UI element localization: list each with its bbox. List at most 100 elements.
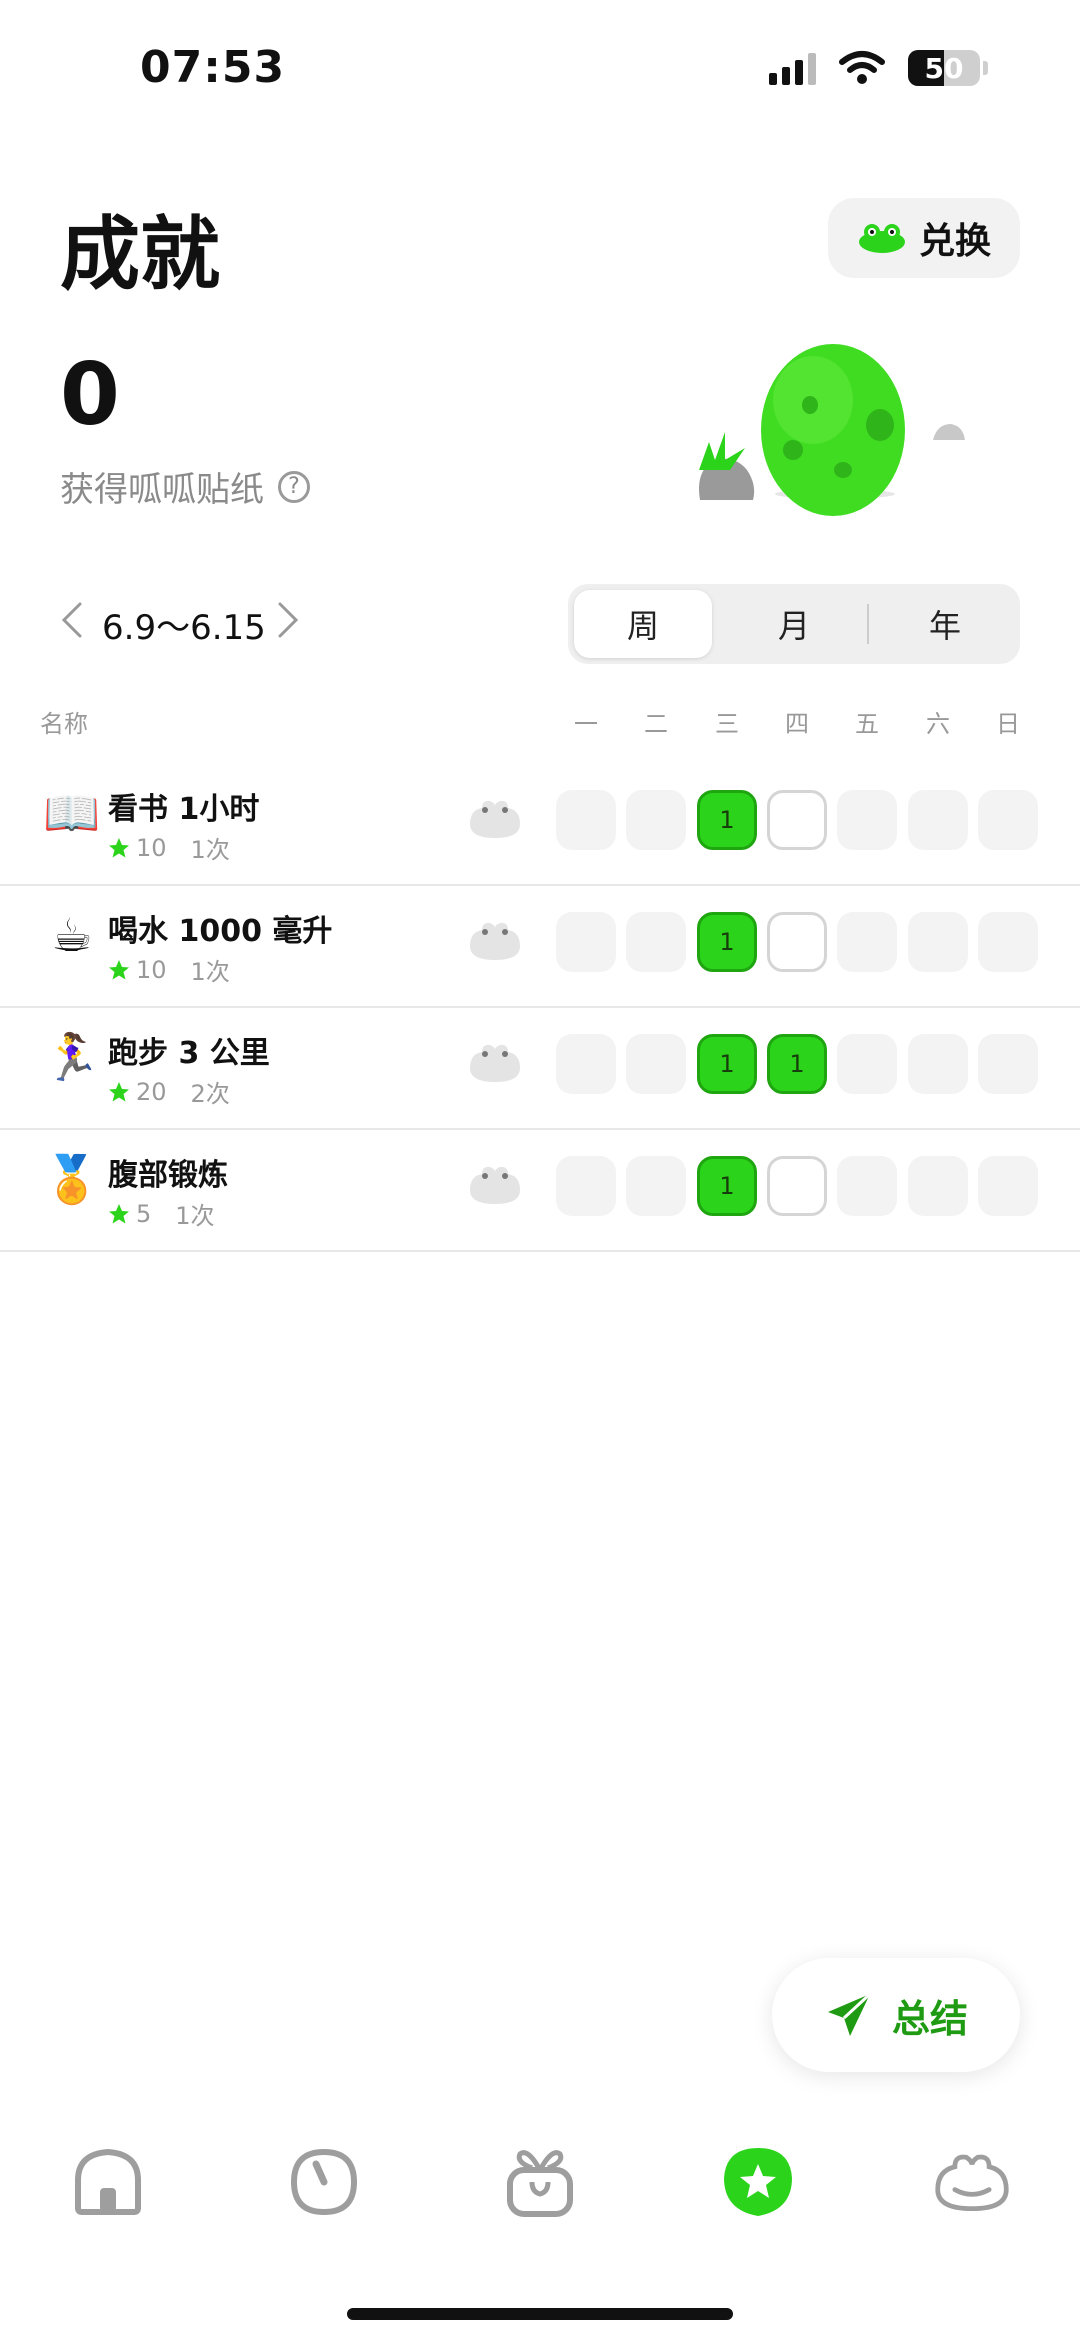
star-icon [109, 1203, 129, 1223]
day-cell[interactable] [978, 1034, 1038, 1094]
tab-frog[interactable] [932, 2142, 1012, 2222]
exchange-button[interactable]: 兑换 [828, 198, 1020, 278]
day-cell[interactable] [978, 1156, 1038, 1216]
battery-level: 50 [924, 51, 964, 85]
tab-gift[interactable] [500, 2142, 580, 2222]
habit-meta: 10 1次 [108, 952, 230, 987]
day-cell[interactable] [556, 1034, 616, 1094]
star-badge-icon [724, 2148, 792, 2216]
gift-icon [507, 2150, 573, 2217]
habit-name: 腹部锻炼 [108, 1158, 228, 1193]
habit-meta: 20 2次 [108, 1074, 230, 1109]
date-range: 6.9～6.15 [102, 608, 266, 648]
day-cell[interactable] [767, 1156, 827, 1216]
frog-stamp-icon [470, 800, 520, 838]
period-selector: 周 月 年 [568, 584, 1020, 664]
column-header-name: 名称 [40, 710, 88, 738]
star-icon [109, 959, 129, 979]
habit-row[interactable]: ☕ 喝水 1000 毫升 10 1次 1 [0, 884, 1080, 1008]
day-cell[interactable] [556, 790, 616, 850]
day-header: 四 [785, 710, 809, 738]
tab-month[interactable]: 月 [725, 590, 863, 658]
habit-count: 1次 [175, 1202, 215, 1230]
tab-achievements[interactable] [718, 2142, 798, 2222]
day-cell[interactable] [837, 912, 897, 972]
home-icon [75, 2148, 141, 2215]
habit-row[interactable]: 🏅 腹部锻炼 5 1次 1 [0, 1128, 1080, 1252]
send-icon [827, 1992, 872, 2036]
day-cell[interactable] [767, 790, 827, 850]
day-cell[interactable] [767, 912, 827, 972]
habit-name: 喝水 1000 毫升 [108, 914, 333, 949]
day-header: 二 [644, 710, 668, 738]
day-cell[interactable]: 1 [767, 1034, 827, 1094]
habit-name: 跑步 3 公里 [108, 1036, 270, 1071]
tab-timer[interactable] [284, 2142, 364, 2222]
day-cell[interactable] [626, 1034, 686, 1094]
day-header: 日 [996, 710, 1020, 738]
habit-points: 5 [136, 1199, 152, 1228]
page-title: 成就 [60, 208, 220, 301]
sticker-label-row: 获得呱呱贴纸 ? [60, 462, 310, 511]
habit-row[interactable]: 🏃‍♀️ 跑步 3 公里 20 2次 1 1 [0, 1006, 1080, 1130]
day-cell[interactable]: 1 [697, 790, 757, 850]
frog-stamp-icon [470, 1044, 520, 1082]
habit-points: 10 [136, 955, 167, 984]
star-icon [109, 837, 129, 857]
egg-mascot-illustration [699, 344, 965, 516]
day-cell[interactable] [908, 790, 968, 850]
habit-emoji-icon: 🏃‍♀️ [43, 1030, 101, 1084]
help-icon[interactable]: ? [278, 470, 310, 503]
frog-icon [935, 2154, 1009, 2212]
tab-divider [867, 604, 869, 644]
sticker-count: 0 [60, 345, 120, 445]
day-cell[interactable] [556, 1156, 616, 1216]
exchange-label: 兑换 [918, 221, 991, 262]
status-time: 07:53 [140, 42, 286, 93]
day-cell[interactable] [837, 1034, 897, 1094]
chevron-right-icon[interactable] [274, 600, 302, 640]
home-indicator[interactable] [347, 2308, 733, 2320]
day-cell[interactable] [908, 1034, 968, 1094]
timer-icon [290, 2148, 358, 2216]
day-cell[interactable] [837, 1156, 897, 1216]
day-cell[interactable] [626, 1156, 686, 1216]
day-cell[interactable] [978, 790, 1038, 850]
wifi-icon [839, 51, 885, 84]
habit-emoji-icon: 🏅 [43, 1152, 101, 1206]
day-cell[interactable] [908, 1156, 968, 1216]
habit-emoji-icon: 📖 [43, 786, 101, 840]
habit-row[interactable]: 📖 看书 1小时 10 1次 1 [0, 762, 1080, 886]
frog-icon [858, 224, 905, 253]
day-cell[interactable] [556, 912, 616, 972]
habit-count: 1次 [190, 836, 230, 864]
battery-icon: 50 [908, 50, 980, 86]
habit-meta: 10 1次 [108, 830, 230, 865]
habit-name: 看书 1小时 [108, 792, 260, 827]
habit-points: 20 [136, 1077, 167, 1106]
day-cell[interactable] [626, 790, 686, 850]
day-cell[interactable]: 1 [697, 912, 757, 972]
tab-week[interactable]: 周 [574, 590, 712, 658]
habit-count: 1次 [190, 958, 230, 986]
sticker-label: 获得呱呱贴纸 [60, 470, 264, 510]
habit-meta: 5 1次 [108, 1196, 215, 1231]
tab-home[interactable] [68, 2142, 148, 2222]
day-cell[interactable] [908, 912, 968, 972]
day-header: 五 [855, 710, 879, 738]
status-icons: 50 [769, 50, 988, 86]
day-header: 三 [715, 710, 739, 738]
habit-emoji-icon: ☕ [51, 908, 93, 962]
chevron-left-icon[interactable] [58, 600, 86, 640]
day-cell[interactable] [837, 790, 897, 850]
day-header: 六 [926, 710, 950, 738]
tab-year[interactable]: 年 [876, 590, 1014, 658]
day-cell[interactable]: 1 [697, 1156, 757, 1216]
day-cell[interactable] [626, 912, 686, 972]
frog-stamp-icon [470, 922, 520, 960]
cellular-signal-icon [769, 51, 816, 85]
day-cell[interactable] [978, 912, 1038, 972]
star-icon [109, 1081, 129, 1101]
summary-button[interactable]: 总结 [772, 1958, 1020, 2072]
day-cell[interactable]: 1 [697, 1034, 757, 1094]
